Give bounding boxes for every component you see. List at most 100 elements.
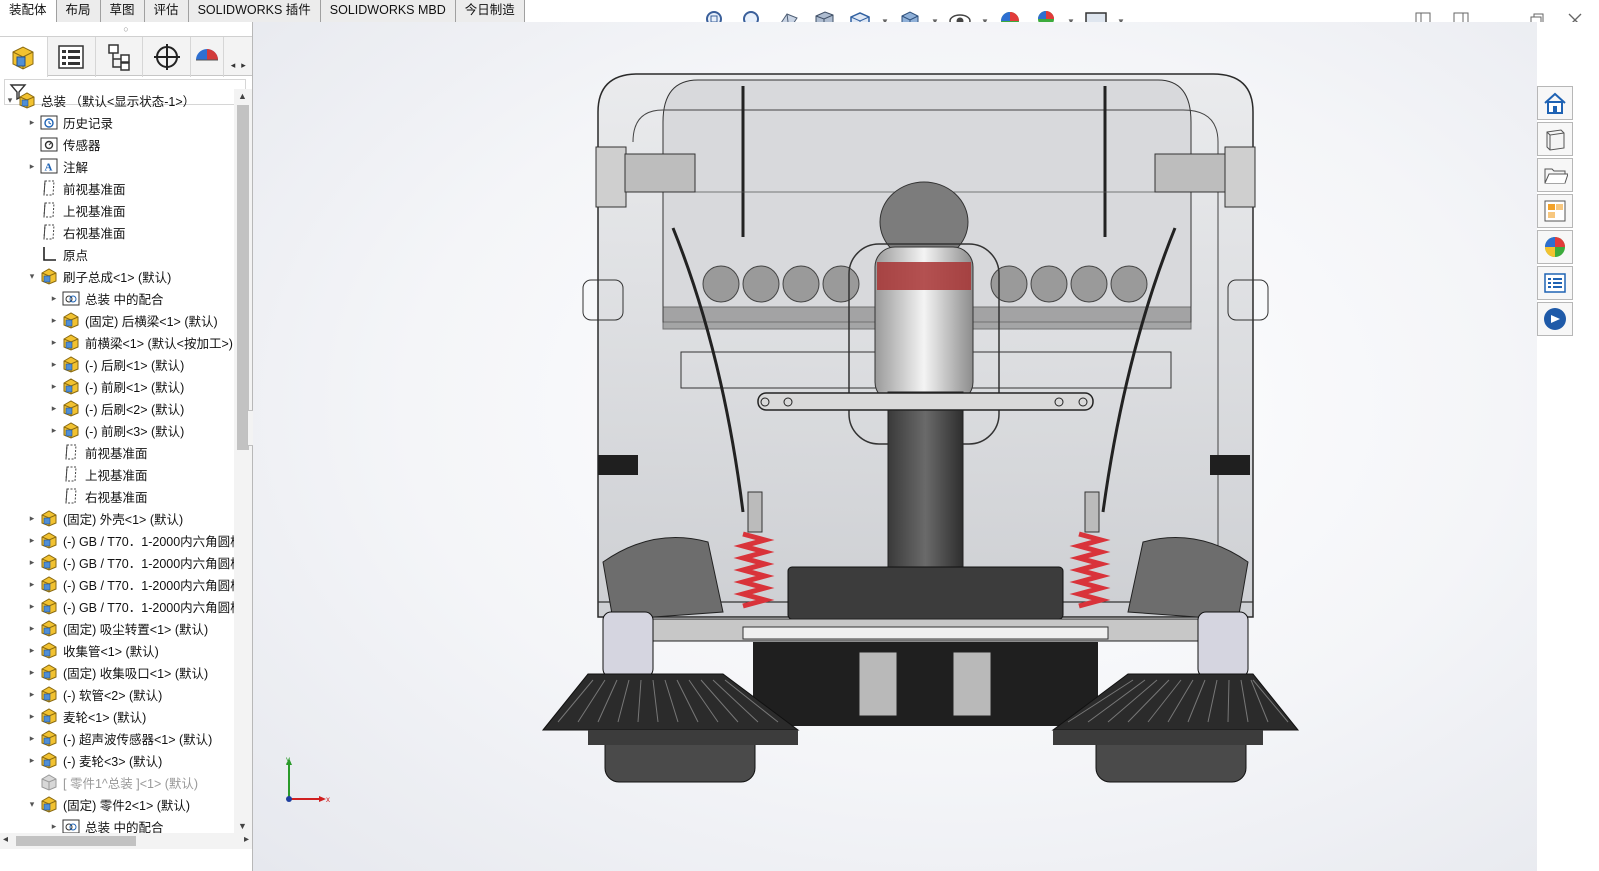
displaymanager-icon[interactable] bbox=[191, 37, 225, 77]
collapse-arrow-icon[interactable]: ▾ bbox=[26, 271, 38, 282]
subassembly-icon bbox=[38, 795, 60, 813]
tree-node[interactable]: ▸ 收集管<1> (默认) bbox=[0, 639, 234, 661]
tree-node[interactable]: ▸ (-) 软管<2> (默认) bbox=[0, 683, 234, 705]
tree-node[interactable]: ▸ A 注解 bbox=[0, 155, 234, 177]
tree-hscroll-thumb[interactable] bbox=[16, 836, 136, 846]
tree-node[interactable]: ▸ (-) 前刷<1> (默认) bbox=[0, 375, 234, 397]
tree-vertical-scrollbar[interactable]: ▲ ▼ bbox=[234, 89, 252, 833]
tree-node[interactable]: ▸ 总装 中的配合 bbox=[0, 287, 234, 309]
expand-arrow-icon[interactable]: ▸ bbox=[26, 645, 38, 656]
expand-arrow-icon[interactable]: ▸ bbox=[48, 359, 60, 370]
file-explorer-icon[interactable] bbox=[1537, 158, 1573, 192]
tree-node[interactable]: [ 零件1^总装 ]<1> (默认) bbox=[0, 771, 234, 793]
scroll-left-icon[interactable]: ◂ bbox=[231, 60, 236, 71]
tree-node[interactable]: ▸ 前横梁<1> (默认<按加工>) bbox=[0, 331, 234, 353]
tree-node[interactable]: ▸ (-) 后刷<2> (默认) bbox=[0, 397, 234, 419]
tree-node[interactable]: ▸ (固定) 外壳<1> (默认) bbox=[0, 507, 234, 529]
tree-node[interactable]: ▸ 麦轮<1> (默认) bbox=[0, 705, 234, 727]
expand-arrow-icon[interactable]: ▸ bbox=[26, 579, 38, 590]
dimxpertmanager-icon[interactable] bbox=[143, 37, 192, 77]
featuremanager-icon[interactable] bbox=[0, 37, 48, 77]
expand-arrow-icon[interactable]: ▸ bbox=[26, 623, 38, 634]
expand-arrow-icon[interactable]: ▸ bbox=[26, 689, 38, 700]
expand-arrow-icon[interactable]: ▸ bbox=[26, 535, 38, 546]
configurationmanager-icon[interactable] bbox=[96, 37, 144, 77]
tree-node[interactable]: 右视基准面 bbox=[0, 485, 234, 507]
tree-node[interactable]: ▸ (-) GB / T70．1-2000内六角圆柱头 bbox=[0, 551, 234, 573]
solidworks-forum-icon[interactable] bbox=[1537, 302, 1573, 336]
tree-node[interactable]: 前视基准面 bbox=[0, 177, 234, 199]
expand-arrow-icon[interactable]: ▸ bbox=[26, 733, 38, 744]
expand-arrow-icon[interactable]: ▸ bbox=[26, 667, 38, 678]
expand-arrow-icon[interactable]: ▸ bbox=[48, 403, 60, 414]
collapse-arrow-icon[interactable]: ▾ bbox=[4, 95, 16, 106]
tree-node[interactable]: ▸ (-) 超声波传感器<1> (默认) bbox=[0, 727, 234, 749]
sensor-icon bbox=[38, 135, 60, 153]
expand-arrow-icon[interactable]: ▸ bbox=[48, 315, 60, 326]
design-library-icon[interactable] bbox=[1537, 122, 1573, 156]
command-tab[interactable]: 布局 bbox=[56, 0, 101, 22]
plane-icon bbox=[38, 223, 60, 241]
tree-node[interactable]: 原点 bbox=[0, 243, 234, 265]
tree-node[interactable]: ▾ (固定) 零件2<1> (默认) bbox=[0, 793, 234, 815]
scroll-down-icon[interactable]: ▼ bbox=[238, 821, 247, 831]
command-tab[interactable]: SOLIDWORKS MBD bbox=[320, 0, 456, 22]
tree-node[interactable]: ▸ (固定) 收集吸口<1> (默认) bbox=[0, 661, 234, 683]
expand-arrow-icon[interactable]: ▸ bbox=[48, 381, 60, 392]
tree-node[interactable]: 前视基准面 bbox=[0, 441, 234, 463]
tree-horizontal-scrollbar[interactable]: ◂ ▸ bbox=[0, 833, 252, 849]
graphics-area[interactable]: y x bbox=[253, 22, 1537, 871]
expand-arrow-icon[interactable]: ▸ bbox=[48, 821, 60, 832]
propertymanager-icon[interactable] bbox=[48, 37, 96, 77]
tree-node[interactable]: ▾ 总装 （默认<显示状态-1>） bbox=[0, 89, 234, 111]
command-tab[interactable]: SOLIDWORKS 插件 bbox=[188, 0, 321, 22]
tree-scroll-thumb[interactable] bbox=[237, 105, 249, 450]
tree-node[interactable]: ▸ (-) GB / T70．1-2000内六角圆柱头 bbox=[0, 595, 234, 617]
solidworks-resources-icon[interactable] bbox=[1537, 86, 1573, 120]
appearances-scenes-icon[interactable] bbox=[1537, 230, 1573, 264]
view-palette-icon[interactable] bbox=[1537, 194, 1573, 228]
expand-arrow-icon[interactable]: ▸ bbox=[26, 117, 38, 128]
scroll-right-icon[interactable]: ▸ bbox=[241, 60, 246, 71]
scroll-left-icon[interactable]: ◂ bbox=[3, 834, 8, 845]
scroll-right-icon[interactable]: ▸ bbox=[244, 834, 249, 845]
expand-arrow-icon[interactable]: ▸ bbox=[26, 601, 38, 612]
expand-arrow-icon[interactable]: ▸ bbox=[26, 513, 38, 524]
tree-node[interactable]: 上视基准面 bbox=[0, 463, 234, 485]
custom-properties-icon[interactable] bbox=[1537, 266, 1573, 300]
subassembly-icon bbox=[38, 663, 60, 681]
tree-node[interactable]: ▸ (固定) 吸尘转置<1> (默认) bbox=[0, 617, 234, 639]
tree-node[interactable]: ▸ (-) GB / T70．1-2000内六角圆柱头 bbox=[0, 529, 234, 551]
expand-arrow-icon[interactable]: ▸ bbox=[48, 337, 60, 348]
tree-node[interactable]: 右视基准面 bbox=[0, 221, 234, 243]
expand-arrow-icon[interactable]: ▸ bbox=[48, 425, 60, 436]
tree-node-label: (-) 超声波传感器<1> (默认) bbox=[63, 732, 213, 747]
expand-arrow-icon[interactable]: ▸ bbox=[26, 711, 38, 722]
tree-node[interactable]: 上视基准面 bbox=[0, 199, 234, 221]
panel-grip-icon[interactable]: ○ bbox=[0, 22, 252, 36]
tree-node[interactable]: ▸ (-) 后刷<1> (默认) bbox=[0, 353, 234, 375]
tree-node[interactable]: ▸ (-) GB / T70．1-2000内六角圆柱头 bbox=[0, 573, 234, 595]
expand-arrow-icon[interactable]: ▸ bbox=[26, 755, 38, 766]
expand-arrow-icon[interactable]: ▸ bbox=[26, 557, 38, 568]
assembly-model[interactable] bbox=[253, 22, 1537, 871]
expand-arrow-icon[interactable]: ▸ bbox=[48, 293, 60, 304]
expand-arrow-icon[interactable]: ▸ bbox=[26, 161, 38, 172]
tree-node-label: 传感器 bbox=[63, 138, 101, 153]
tree-node[interactable]: 传感器 bbox=[0, 133, 234, 155]
command-tab[interactable]: 草图 bbox=[100, 0, 145, 22]
tree-node[interactable]: ▸ (-) 前刷<3> (默认) bbox=[0, 419, 234, 441]
tree-node-label: (-) GB / T70．1-2000内六角圆柱头 bbox=[63, 534, 234, 549]
triad-x-label: x bbox=[326, 795, 330, 804]
command-tab[interactable]: 今日制造 bbox=[455, 0, 525, 22]
collapse-arrow-icon[interactable]: ▾ bbox=[26, 799, 38, 810]
tree-node[interactable]: ▸ 历史记录 bbox=[0, 111, 234, 133]
command-tab[interactable]: 装配体 bbox=[0, 0, 57, 22]
tree-node[interactable]: ▾ 刷子总成<1> (默认) bbox=[0, 265, 234, 287]
tree-node[interactable]: ▸ (固定) 后横梁<1> (默认) bbox=[0, 309, 234, 331]
origin-icon bbox=[38, 245, 60, 263]
scroll-up-icon[interactable]: ▲ bbox=[238, 91, 247, 101]
tree-node[interactable]: ▸ 总装 中的配合 bbox=[0, 815, 234, 833]
command-tab[interactable]: 评估 bbox=[144, 0, 189, 22]
tree-node[interactable]: ▸ (-) 麦轮<3> (默认) bbox=[0, 749, 234, 771]
